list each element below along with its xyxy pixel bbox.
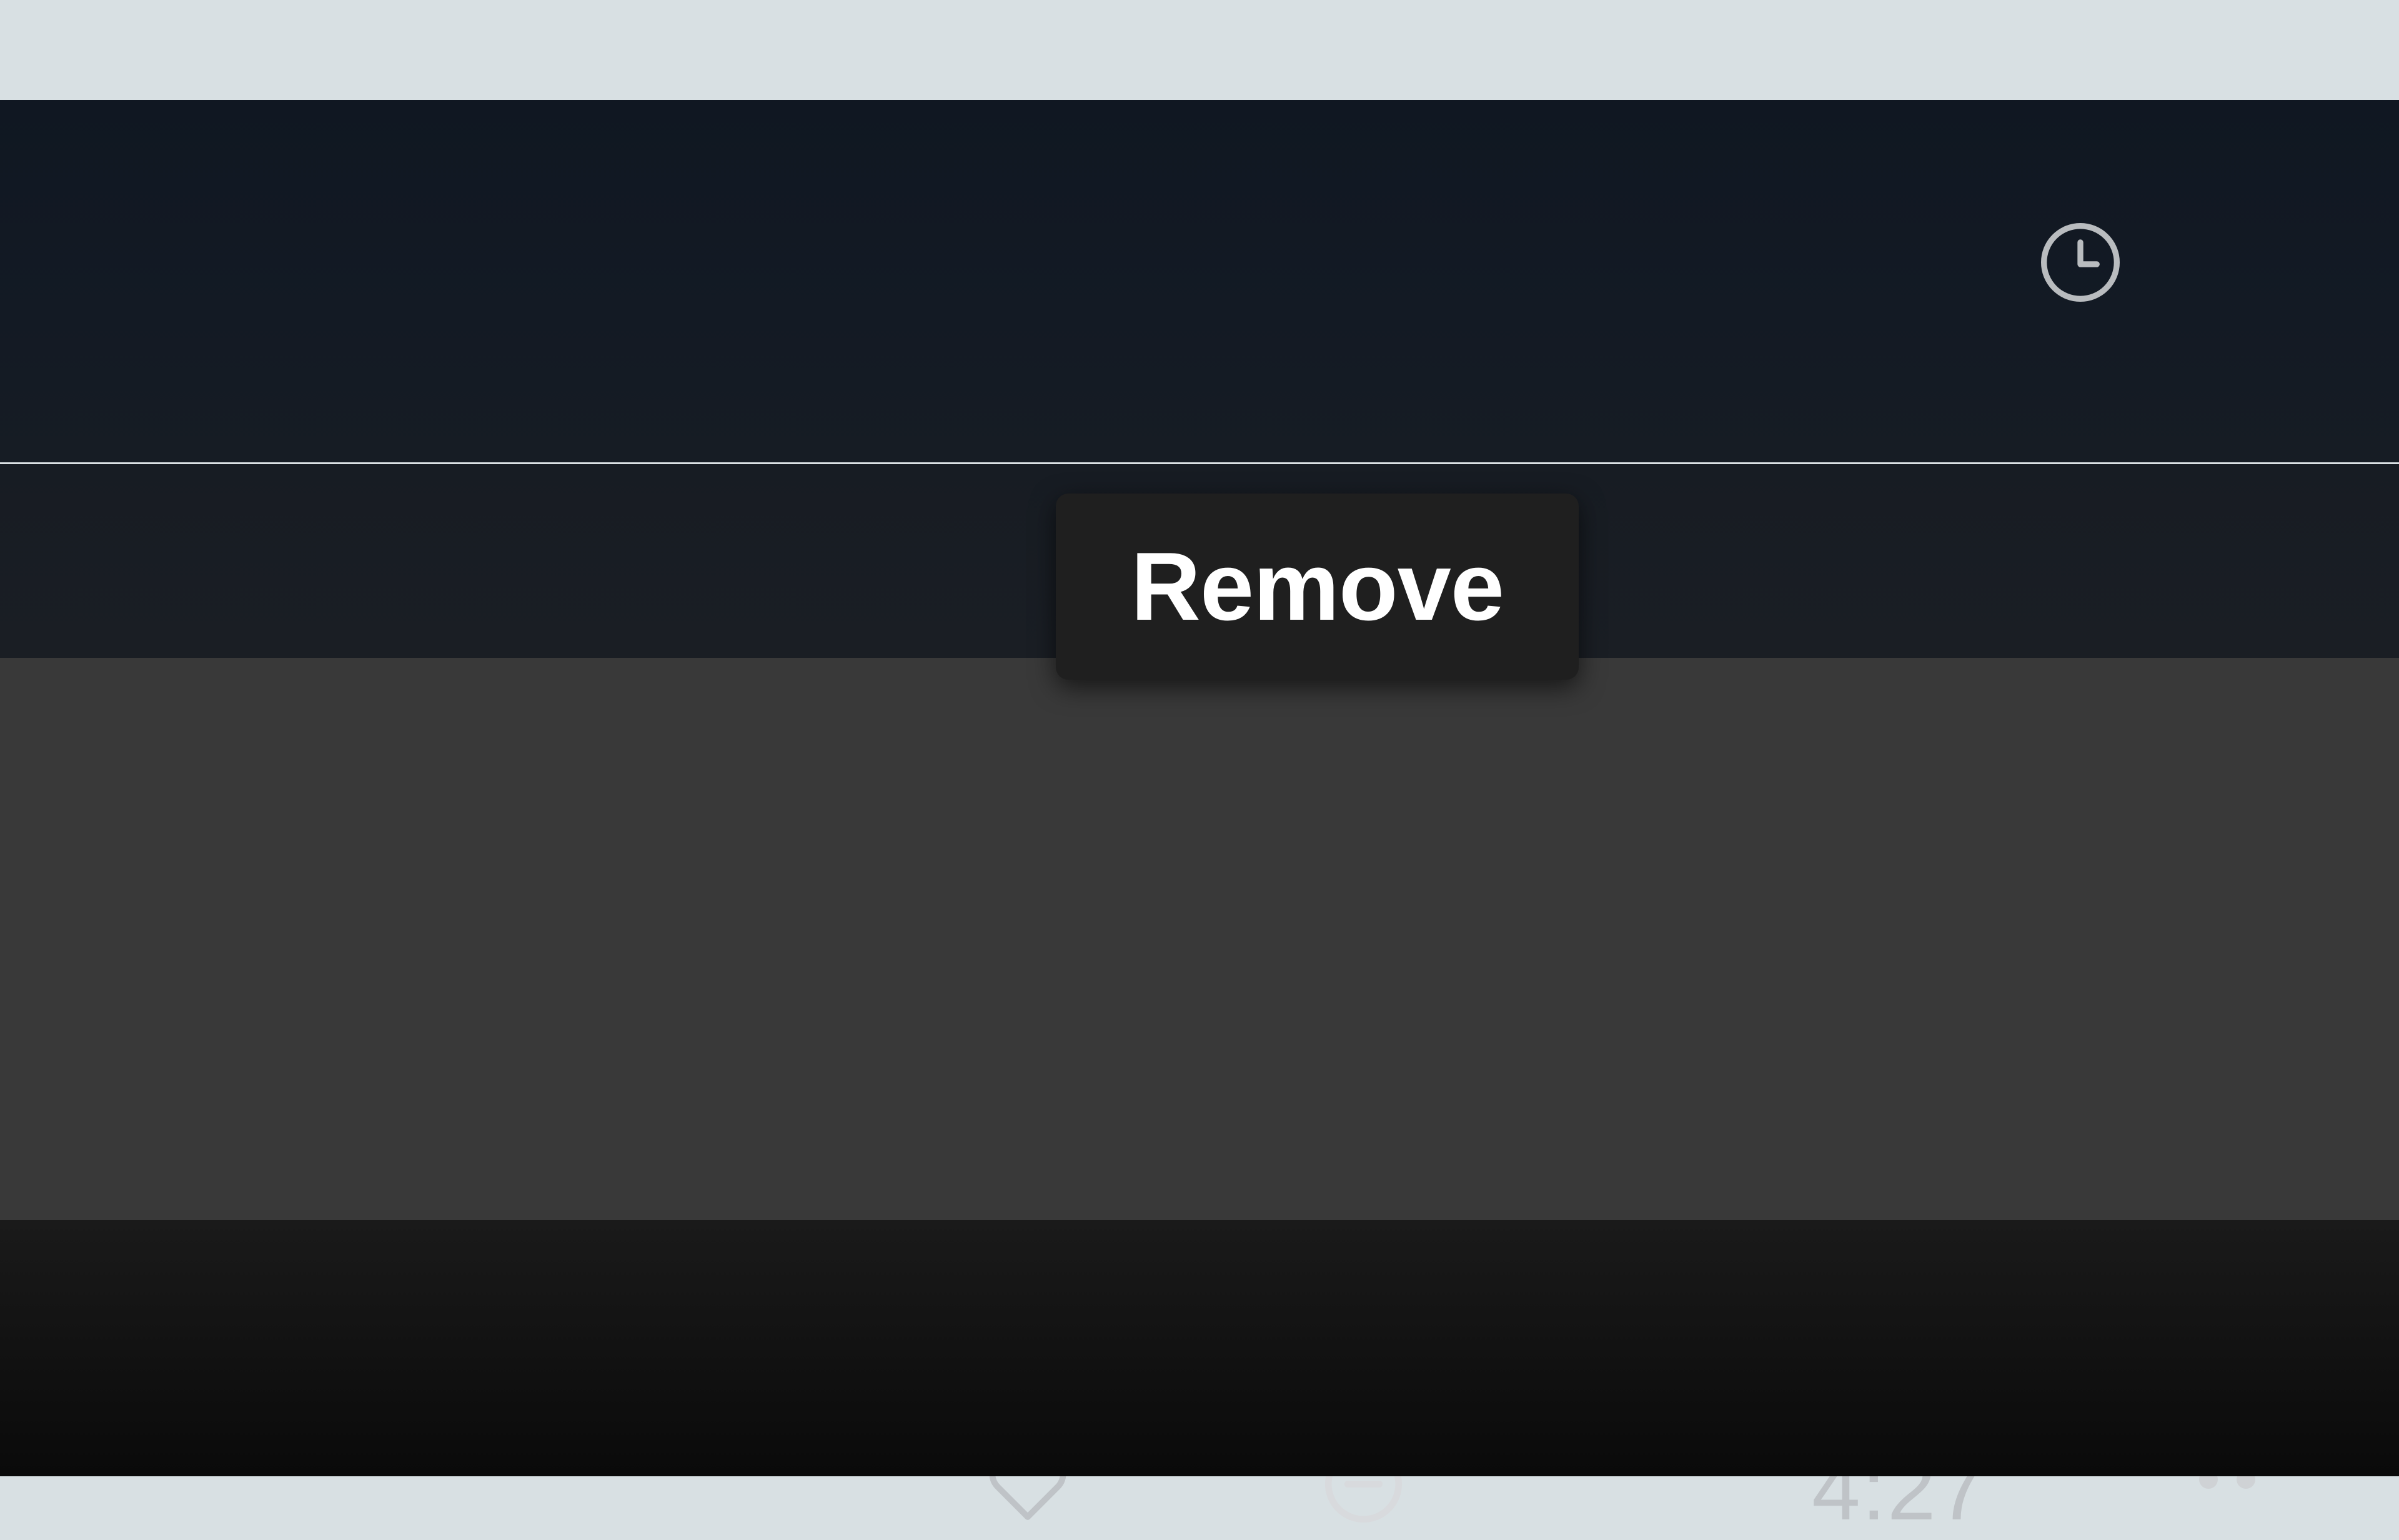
tooltip: Remove <box>1056 494 1579 680</box>
list-header-band: d <box>0 100 2399 462</box>
footer-band <box>0 1220 2399 1476</box>
tooltip-label: Remove <box>1131 532 1504 640</box>
duration-column-header-icon[interactable] <box>2037 219 2124 306</box>
track-row[interactable]: 4:27 <box>0 658 2399 1220</box>
track-list-fragment: d 4:27 <box>0 100 2399 1474</box>
